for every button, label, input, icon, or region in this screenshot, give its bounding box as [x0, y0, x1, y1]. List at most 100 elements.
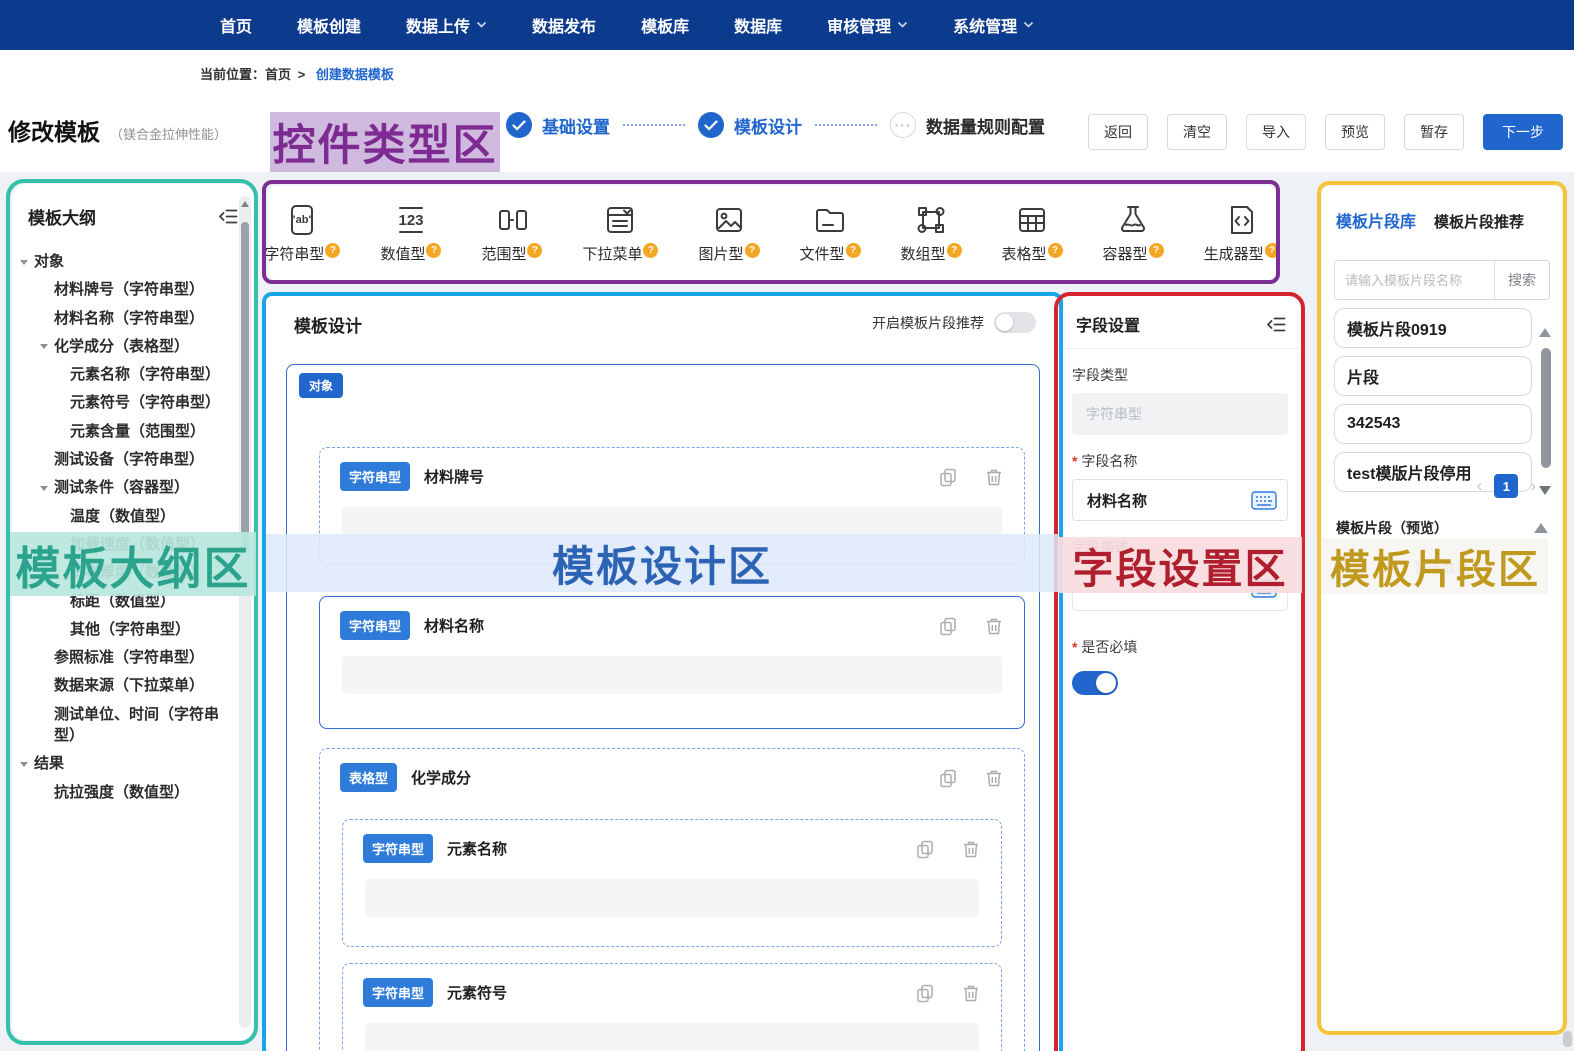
scrollbar-thumb[interactable] [1541, 348, 1551, 468]
copy-icon[interactable] [938, 616, 958, 636]
fragment-search-input[interactable] [1335, 261, 1494, 299]
back-button[interactable]: 返回 [1088, 114, 1148, 150]
field-desc-input[interactable] [1085, 579, 1251, 598]
tab-fragment-library[interactable]: 模板片段库 [1336, 208, 1416, 232]
tab-fragment-recommend[interactable]: 模板片段推荐 [1434, 211, 1524, 232]
help-icon[interactable]: ? [1048, 243, 1063, 258]
help-icon[interactable]: ? [947, 243, 962, 258]
fragment-item[interactable]: 片段 [1334, 356, 1532, 396]
breadcrumb-current-link[interactable]: 创建数据模板 [316, 67, 394, 82]
control-type-array[interactable]: 数组型? [901, 202, 962, 264]
copy-icon[interactable] [915, 839, 935, 859]
next-step-button[interactable]: 下一步 [1483, 114, 1563, 150]
nav-home[interactable]: 首页 [220, 13, 252, 37]
field-input-preview[interactable] [365, 1023, 979, 1051]
scroll-up-icon[interactable] [241, 201, 249, 207]
save-draft-button[interactable]: 暂存 [1404, 114, 1464, 150]
scrollbar-thumb[interactable] [241, 222, 249, 552]
search-button[interactable]: 搜索 [1494, 261, 1549, 299]
page-scrollbar-nub[interactable] [1563, 1031, 1572, 1047]
control-type-range[interactable]: 范围型? [481, 202, 542, 264]
help-icon[interactable]: ? [1265, 243, 1280, 258]
outline-scrollbar[interactable] [239, 196, 251, 1028]
tree-node[interactable]: 元素符号（字符串型） [12, 392, 228, 413]
nav-template-create[interactable]: 模板创建 [297, 13, 361, 37]
field-card-material-name[interactable]: 字符串型 材料名称 [319, 596, 1025, 729]
nav-data-upload[interactable]: 数据上传 [406, 13, 487, 37]
field-name-input[interactable] [1085, 491, 1251, 510]
control-type-generator[interactable]: 生成器型? [1204, 202, 1280, 264]
field-card-chemical-composition[interactable]: 表格型 化学成分 字符串型 元素名称 [319, 748, 1025, 1051]
fragment-item[interactable]: 模板片段0919 [1334, 308, 1532, 348]
tree-node[interactable]: 对象 [12, 251, 228, 272]
field-input-preview[interactable] [365, 879, 979, 917]
help-icon[interactable]: ? [745, 243, 760, 258]
keyboard-icon[interactable] [1251, 579, 1277, 598]
tree-node[interactable]: 化学成分（表格型） [12, 336, 228, 357]
field-input-preview[interactable] [342, 507, 1002, 545]
copy-icon[interactable] [915, 983, 935, 1003]
tree-node[interactable]: 其他（字符串型） [12, 619, 228, 640]
help-icon[interactable]: ? [426, 243, 441, 258]
tree-node[interactable]: 测试条件（容器型） [12, 477, 228, 498]
prev-page-icon[interactable]: ‹ [1477, 476, 1483, 496]
fragment-item[interactable]: 342543 [1334, 404, 1532, 444]
tree-node[interactable]: 试样厚度（数值型） [12, 562, 228, 583]
nav-system-management[interactable]: 系统管理 [953, 13, 1034, 37]
clear-button[interactable]: 清空 [1167, 114, 1227, 150]
tree-node[interactable]: 元素含量（范围型） [12, 421, 228, 442]
required-toggle[interactable] [1072, 671, 1118, 695]
tree-node[interactable]: 材料牌号（字符串型） [12, 279, 228, 300]
next-page-icon[interactable]: › [1530, 476, 1536, 496]
keyboard-icon[interactable] [1251, 491, 1277, 510]
tree-node[interactable]: 加载速度（数值型） [12, 534, 228, 555]
trash-icon[interactable] [984, 768, 1004, 788]
control-type-container[interactable]: 容器型? [1103, 202, 1164, 264]
tree-node[interactable]: 测试设备（字符串型） [12, 449, 228, 470]
control-type-image[interactable]: 图片型? [698, 202, 759, 264]
help-icon[interactable]: ? [846, 243, 861, 258]
field-input-preview[interactable] [342, 656, 1002, 694]
step-basic-settings[interactable]: 基础设置 [506, 112, 610, 138]
import-button[interactable]: 导入 [1246, 114, 1306, 150]
copy-icon[interactable] [938, 768, 958, 788]
trash-icon[interactable] [984, 616, 1004, 636]
control-type-dropdown[interactable]: 下拉菜单? [582, 202, 658, 264]
trash-icon[interactable] [961, 983, 981, 1003]
trash-icon[interactable] [984, 467, 1004, 487]
fragment-recommend-toggle[interactable] [994, 312, 1036, 333]
copy-icon[interactable] [938, 467, 958, 487]
control-type-string[interactable]: "ab" 字符串型? [264, 202, 340, 264]
control-type-file[interactable]: 文件型? [800, 202, 861, 264]
scroll-down-icon[interactable] [1539, 486, 1551, 495]
nav-template-library[interactable]: 模板库 [641, 13, 689, 37]
tree-node[interactable]: 温度（数值型） [12, 506, 228, 527]
collapse-up-icon[interactable] [1534, 523, 1548, 533]
tree-node[interactable]: 标距（数值型） [12, 591, 228, 612]
help-icon[interactable]: ? [643, 243, 658, 258]
field-card-element-name[interactable]: 字符串型 元素名称 [342, 819, 1002, 947]
tree-node[interactable]: 测试单位、时间（字符串型） [12, 704, 228, 747]
tree-node[interactable]: 元素名称（字符串型） [12, 364, 228, 385]
scroll-up-icon[interactable] [1539, 328, 1551, 337]
help-icon[interactable]: ? [1149, 243, 1164, 258]
object-container[interactable]: 对象 字符串型 材料牌号 字符串型 材料名称 [286, 364, 1040, 1051]
step-template-design[interactable]: 模板设计 [698, 112, 802, 138]
help-icon[interactable]: ? [527, 243, 542, 258]
tree-node[interactable]: 参照标准（字符串型） [12, 647, 228, 668]
nav-database[interactable]: 数据库 [734, 13, 782, 37]
tree-node[interactable]: 结果 [12, 753, 228, 774]
tree-node[interactable]: 抗拉强度（数值型） [12, 782, 228, 803]
nav-review-management[interactable]: 审核管理 [827, 13, 908, 37]
collapse-panel-icon[interactable] [218, 208, 238, 225]
nav-data-publish[interactable]: 数据发布 [532, 13, 596, 37]
control-type-number[interactable]: 123 数值型? [380, 202, 441, 264]
trash-icon[interactable] [961, 839, 981, 859]
step-data-rules[interactable]: ··· 数据量规则配置 [890, 112, 1045, 138]
field-card-element-symbol[interactable]: 字符串型 元素符号 [342, 963, 1002, 1051]
help-icon[interactable]: ? [325, 243, 340, 258]
control-type-table[interactable]: 表格型? [1002, 202, 1063, 264]
breadcrumb-home[interactable]: 首页 [265, 67, 291, 82]
field-card-material-grade[interactable]: 字符串型 材料牌号 [319, 447, 1025, 565]
tree-node[interactable]: 数据来源（下拉菜单） [12, 675, 228, 696]
